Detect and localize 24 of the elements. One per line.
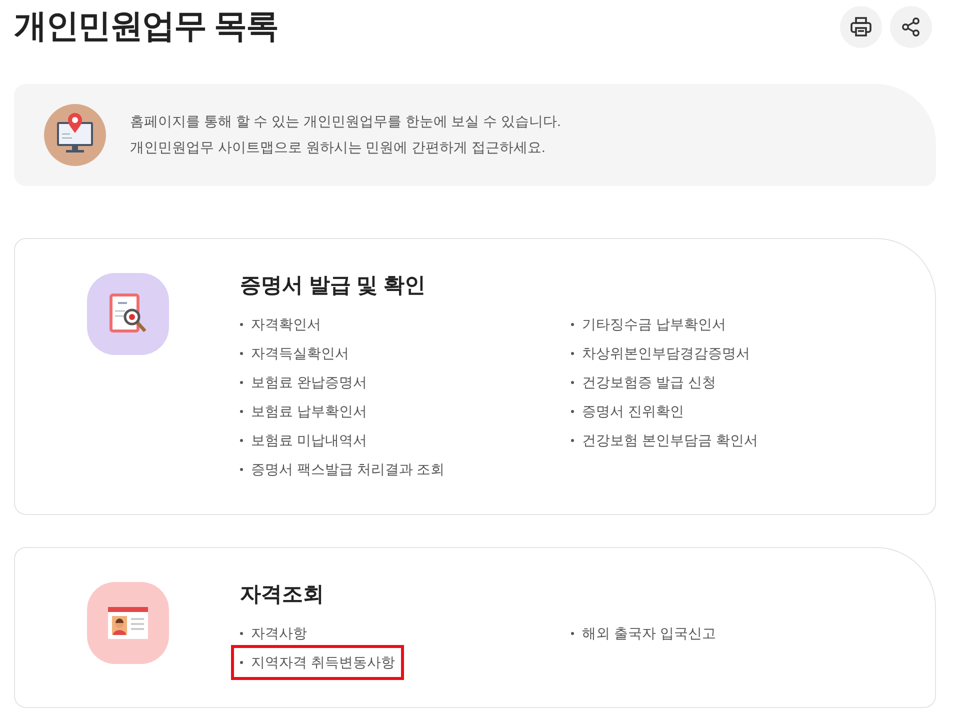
service-link[interactable]: 자격득실확인서 [234, 339, 355, 368]
service-link[interactable]: 건강보험증 발급 신청 [565, 368, 722, 398]
service-link[interactable]: 보험료 미납내역서 [234, 426, 373, 456]
service-link[interactable]: 해외 출국자 입국신고 [565, 619, 722, 648]
share-button[interactable] [890, 6, 932, 48]
service-link[interactable]: 보험료 납부확인서 [234, 397, 373, 426]
section-title: 자격조회 [240, 582, 325, 608]
service-link[interactable]: 지역자격 취득변동사항 [234, 648, 401, 678]
service-link[interactable]: 기타징수금 납부확인서 [565, 310, 732, 340]
print-button[interactable] [840, 6, 882, 48]
monitor-pin-icon [44, 104, 106, 166]
intro-text: 개인민원업무 사이트맵으로 원하시는 민원에 간편하게 접근하세요. [130, 138, 546, 157]
service-link[interactable]: 증명서 진위확인 [565, 397, 690, 426]
intro-text: 홈페이지를 통해 할 수 있는 개인민원업무를 한눈에 보실 수 있습니다. [130, 112, 561, 132]
share-icon [901, 17, 921, 37]
service-link[interactable]: 건강보험 본인부담금 확인서 [565, 426, 764, 456]
page-title: 개인민원업무 목록 [14, 6, 278, 46]
service-link[interactable]: 차상위본인부담경감증명서 [565, 339, 756, 368]
service-link[interactable]: 자격확인서 [234, 310, 327, 340]
service-link[interactable]: 증명서 팩스발급 처리결과 조회 [234, 455, 451, 484]
print-icon [850, 17, 872, 37]
service-link[interactable]: 보험료 완납증명서 [234, 368, 373, 398]
section-title: 증명서 발급 및 확인 [240, 273, 427, 298]
service-link[interactable]: 자격사항 [234, 619, 313, 648]
